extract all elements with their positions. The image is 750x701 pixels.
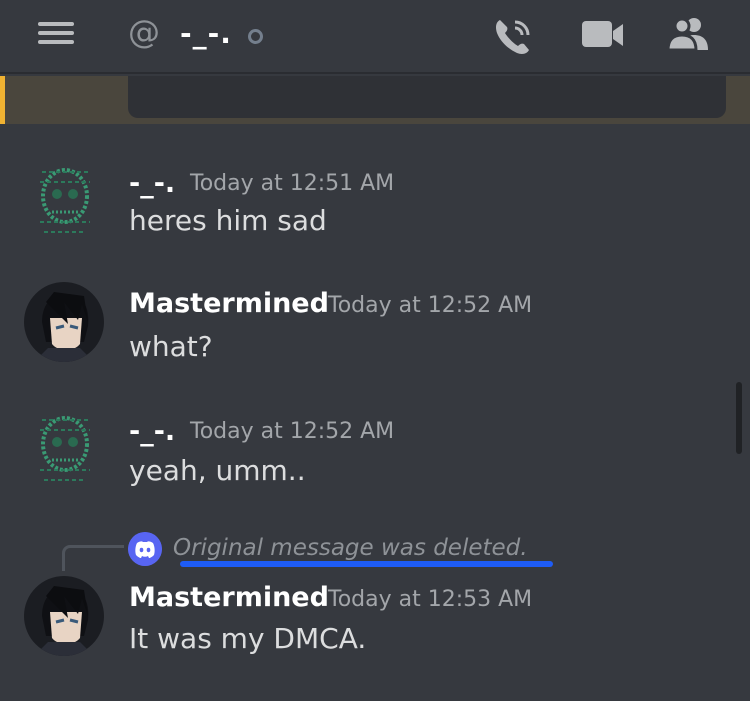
message-author[interactable]: -_-.: [129, 168, 175, 199]
message-timestamp: Today at 12:51 AM: [190, 171, 395, 196]
message-timestamp: Today at 12:52 AM: [328, 293, 533, 318]
channel-name: -_-.: [180, 17, 232, 50]
video-call-icon[interactable]: [580, 18, 626, 52]
message-timestamp: Today at 12:52 AM: [190, 419, 395, 444]
menu-icon[interactable]: [38, 22, 74, 44]
avatar[interactable]: [24, 282, 104, 362]
message-text: heres him sad: [129, 204, 327, 237]
reply-connector: [62, 545, 124, 571]
message-timestamp: Today at 12:53 AM: [328, 587, 533, 612]
at-icon: @: [128, 13, 160, 51]
message-author[interactable]: Mastermined: [129, 582, 329, 613]
embed-box: [128, 76, 726, 118]
offline-status-icon: [248, 29, 263, 44]
avatar[interactable]: [24, 576, 104, 656]
avatar[interactable]: [30, 162, 100, 240]
avatar[interactable]: [30, 410, 100, 488]
message-text: It was my DMCA.: [129, 622, 367, 655]
message-text: yeah, umm..: [129, 454, 306, 487]
message-author[interactable]: -_-.: [129, 416, 175, 447]
message-author[interactable]: Mastermined: [129, 288, 329, 319]
phone-call-icon[interactable]: [490, 14, 536, 60]
channel-header: @ -_-.: [0, 0, 750, 74]
message-text: what?: [129, 330, 213, 363]
highlight-underline: [180, 561, 553, 567]
embed-preview: [0, 76, 750, 124]
discord-logo-icon: [128, 532, 162, 566]
embed-accent-bar: [0, 76, 5, 124]
scrollbar[interactable]: [736, 382, 742, 454]
members-icon[interactable]: [666, 14, 712, 54]
deleted-reply-text[interactable]: Original message was deleted.: [173, 535, 528, 561]
